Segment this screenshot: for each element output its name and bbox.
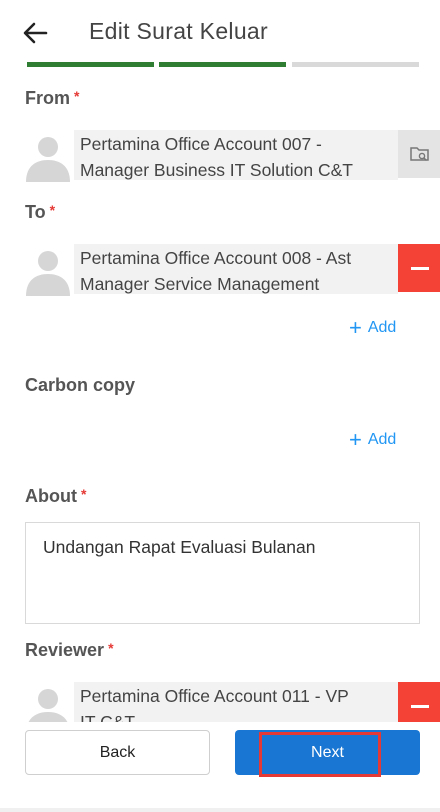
avatar-icon (26, 251, 70, 296)
reviewer-label: Reviewer * (25, 640, 114, 660)
required-marker: * (49, 202, 56, 218)
app-header: Edit Surat Keluar (0, 0, 440, 62)
plus-icon: + (349, 315, 362, 340)
reviewer-list: Pertamina Office Account 011 - VP IT C&T (0, 682, 440, 722)
step-2-indicator (159, 62, 286, 67)
folder-search-icon (410, 147, 429, 161)
reviewer-person-name: Pertamina Office Account 011 - VP IT C&T (74, 682, 398, 722)
back-arrow-icon[interactable] (20, 18, 50, 48)
step-3-indicator (292, 62, 419, 67)
minus-icon (411, 266, 429, 270)
reviewer-person: Pertamina Office Account 011 - VP IT C&T (22, 682, 440, 722)
remove-recipient-button[interactable] (398, 244, 440, 292)
step-progress (27, 62, 419, 67)
select-sender-button[interactable] (398, 130, 440, 178)
from-person-name: Pertamina Office Account 007 - Manager B… (74, 130, 398, 180)
back-button[interactable]: Back (25, 730, 210, 775)
avatar-icon (28, 689, 68, 722)
add-cc-button[interactable]: + Add (349, 427, 396, 452)
plus-icon: + (349, 427, 362, 452)
cc-label: Carbon copy (25, 375, 136, 395)
step-1-indicator (27, 62, 154, 67)
about-textarea[interactable]: Undangan Rapat Evaluasi Bulanan (25, 522, 420, 624)
required-marker: * (80, 486, 87, 502)
required-marker: * (108, 640, 114, 656)
avatar-icon (26, 137, 70, 182)
to-label: To * (25, 202, 56, 222)
from-person: Pertamina Office Account 007 - Manager B… (22, 130, 440, 182)
footer-bar: Back Next (0, 722, 440, 812)
from-label: From * (25, 88, 80, 108)
to-person-name: Pertamina Office Account 008 - Ast Manag… (74, 244, 398, 294)
remove-reviewer-button[interactable] (398, 682, 440, 722)
to-person: Pertamina Office Account 008 - Ast Manag… (22, 244, 440, 296)
add-recipient-button[interactable]: + Add (349, 315, 396, 340)
page-title: Edit Surat Keluar (89, 18, 268, 44)
next-button[interactable]: Next (235, 730, 420, 775)
minus-icon (411, 704, 429, 708)
required-marker: * (74, 88, 80, 104)
footer-divider (0, 808, 440, 812)
about-label: About * (25, 486, 87, 506)
